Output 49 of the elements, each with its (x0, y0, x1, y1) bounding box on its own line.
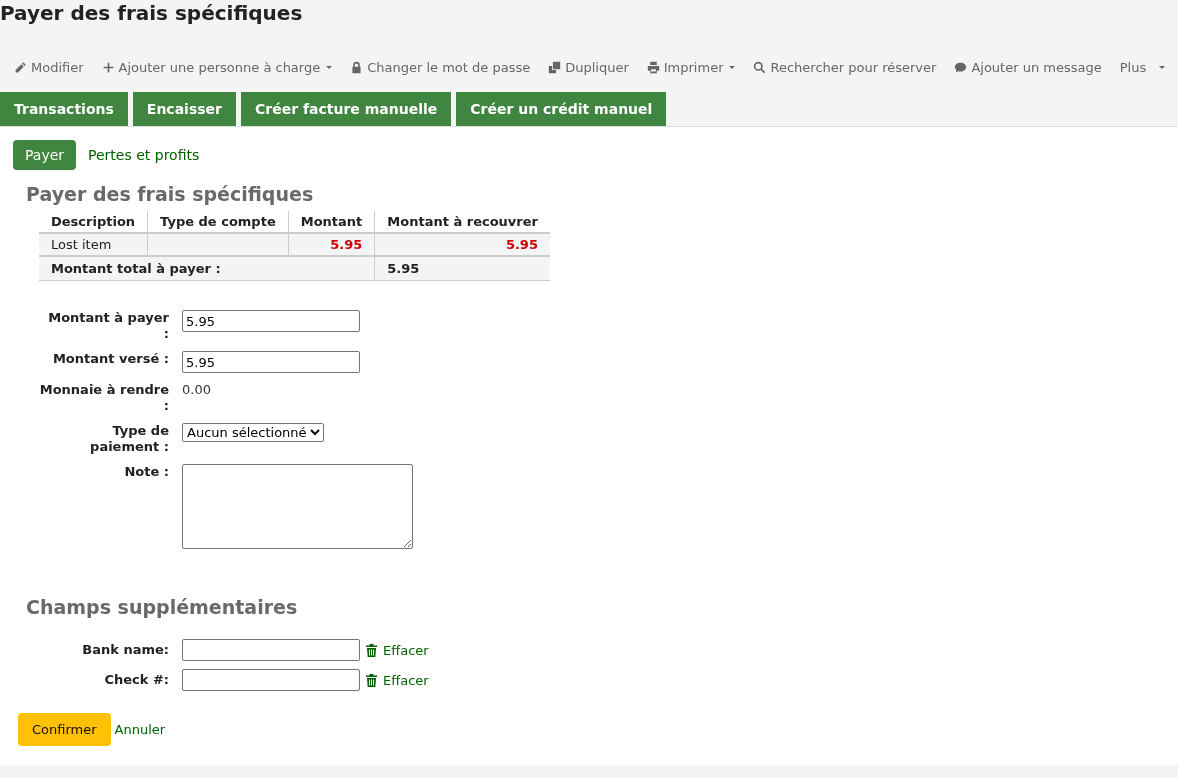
tab[interactable]: Créer facture manuelle (240, 92, 452, 126)
input-field[interactable]: 5.95 (182, 310, 360, 332)
table-cell: Lost item (39, 233, 148, 256)
cancel-link[interactable]: Annuler (114, 722, 166, 737)
note-field[interactable] (182, 464, 413, 549)
tab[interactable]: Créer un crédit manuel (456, 92, 667, 126)
table-cell: 5.95 (374, 233, 550, 256)
subtab[interactable]: Pertes et profits (76, 140, 212, 170)
plus-icon (101, 60, 115, 74)
payment-type-select[interactable]: Aucun sélectionné (182, 423, 324, 442)
confirm-button[interactable]: Confirmer (18, 713, 111, 746)
field-label: Monnaie à rendre : (38, 382, 169, 414)
toolbar-button[interactable]: Plus (1110, 59, 1175, 75)
trash-icon (366, 673, 377, 687)
input-field[interactable] (182, 639, 360, 661)
toolbar-button[interactable]: Rechercher pour réserver (744, 59, 946, 75)
lock-icon (350, 60, 364, 74)
total-value: 5.95 (374, 256, 550, 281)
field-label: Montant versé : (51, 351, 169, 367)
page-title: Payer des frais spécifiques (0, 0, 304, 26)
clear-link[interactable]: Effacer (366, 642, 429, 658)
toolbar-button[interactable]: Ajouter un message (945, 59, 1111, 75)
toolbar-button[interactable]: Modifier (5, 59, 93, 75)
table-cell: 5.95 (288, 233, 375, 256)
field-label: Montant à payer : (47, 310, 169, 342)
field-value: 0.00 (182, 382, 212, 398)
comment-icon (954, 60, 968, 74)
toolbar-button[interactable]: Imprimer (637, 59, 745, 75)
clear-link[interactable]: Effacer (366, 672, 429, 688)
section-title: Champs supplémentaires (26, 596, 299, 618)
input-field[interactable]: 5.95 (182, 351, 360, 373)
total-label: Montant total à payer : (39, 256, 375, 281)
field-label: Check #: (103, 672, 169, 688)
copy-icon (548, 60, 562, 74)
field-label: Type de paiement : (89, 423, 169, 455)
toolbar-button[interactable]: Ajouter une personne à charge (92, 59, 342, 75)
printer-icon (646, 60, 660, 74)
pencil-icon (14, 60, 27, 74)
section-title: Payer des frais spécifiques (26, 183, 315, 205)
trash-icon (366, 643, 377, 657)
toolbar-button[interactable]: Changer le mot de passe (341, 59, 540, 75)
subtab[interactable]: Payer (13, 140, 77, 170)
field-label: Bank name: (81, 642, 169, 658)
tab[interactable]: Transactions (0, 92, 128, 126)
search-icon (753, 60, 767, 74)
toolbar-button[interactable]: Dupliquer (539, 59, 638, 75)
tab[interactable]: Encaisser (132, 92, 236, 126)
field-label: Note : (123, 464, 169, 480)
input-field[interactable] (182, 669, 360, 691)
